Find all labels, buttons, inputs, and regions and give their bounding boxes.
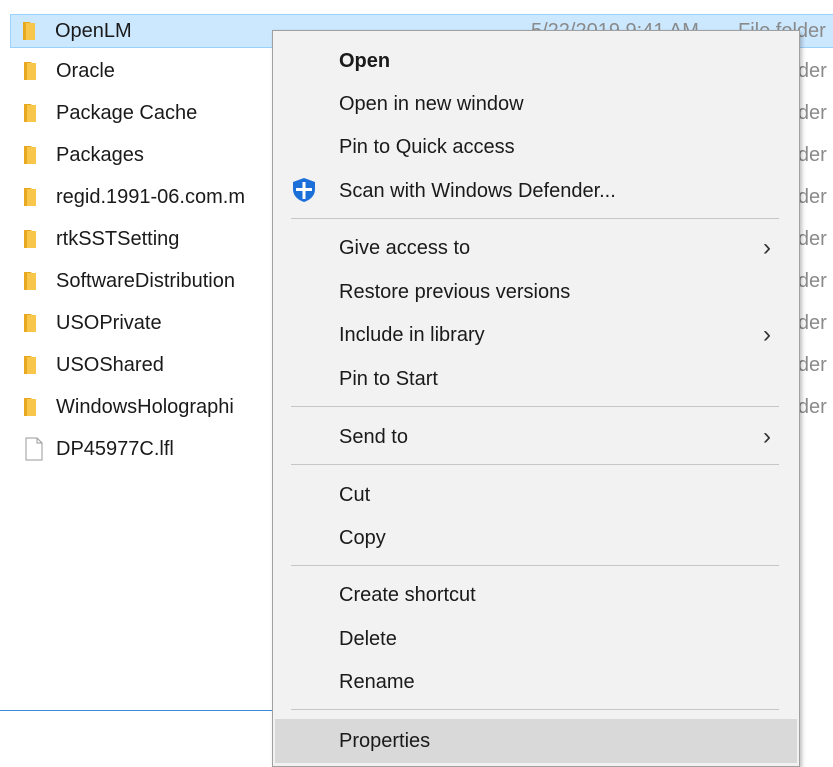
menu-separator (291, 709, 779, 710)
menu-item-send-to[interactable]: Send to › (275, 417, 797, 457)
menu-item-restore-versions[interactable]: Restore previous versions (275, 272, 797, 312)
menu-item-label: Create shortcut (339, 583, 476, 606)
menu-item-label: Open in new window (339, 92, 524, 115)
menu-item-label: Restore previous versions (339, 280, 571, 303)
menu-separator (291, 565, 779, 566)
file-name: DP45977C.lfl (56, 437, 174, 460)
file-name: USOPrivate (56, 311, 162, 334)
file-name: SoftwareDistribution (56, 269, 235, 292)
menu-item-create-shortcut[interactable]: Create shortcut (275, 575, 797, 615)
folder-icon (22, 269, 46, 293)
file-name: OpenLM (55, 19, 132, 42)
menu-item-label: Delete (339, 627, 397, 650)
menu-item-properties[interactable]: Properties (275, 719, 797, 763)
chevron-right-icon: › (763, 321, 771, 348)
menu-item-label: Include in library (339, 323, 485, 346)
menu-item-label: Rename (339, 670, 415, 693)
menu-item-copy[interactable]: Copy (275, 518, 797, 558)
context-menu: Open Open in new window Pin to Quick acc… (272, 30, 800, 767)
menu-item-label: Properties (339, 729, 431, 752)
file-name: Package Cache (56, 101, 198, 124)
menu-item-label: Open (339, 49, 391, 72)
folder-icon (22, 227, 46, 251)
folder-icon (22, 395, 46, 419)
menu-item-give-access[interactable]: Give access to › (275, 228, 797, 268)
chevron-right-icon: › (763, 234, 771, 261)
file-name: regid.1991-06.com.m (56, 185, 245, 208)
menu-item-label: Cut (339, 483, 371, 506)
file-name: Packages (56, 143, 144, 166)
menu-item-label: Pin to Start (339, 367, 438, 390)
menu-separator (291, 406, 779, 407)
menu-item-open-new-window[interactable]: Open in new window (275, 84, 797, 124)
menu-item-delete[interactable]: Delete (275, 619, 797, 659)
folder-icon (22, 143, 46, 167)
folder-icon (22, 101, 46, 125)
menu-item-cut[interactable]: Cut (275, 475, 797, 515)
menu-item-label: Give access to (339, 236, 471, 259)
menu-item-scan-defender[interactable]: Scan with Windows Defender... (275, 171, 797, 211)
chevron-right-icon: › (763, 423, 771, 450)
folder-icon (21, 19, 45, 43)
menu-item-label: Copy (339, 526, 386, 549)
menu-separator (291, 218, 779, 219)
file-name: USOShared (56, 353, 164, 376)
file-name: WindowsHolographi (56, 395, 234, 418)
file-name: rtkSSTSetting (56, 227, 180, 250)
windows-defender-shield-icon (291, 177, 317, 203)
status-divider (0, 710, 276, 711)
menu-item-label: Pin to Quick access (339, 135, 515, 158)
document-icon (22, 437, 46, 461)
folder-icon (22, 311, 46, 335)
folder-icon (22, 59, 46, 83)
menu-item-include-library[interactable]: Include in library › (275, 315, 797, 355)
menu-item-label: Send to (339, 425, 408, 448)
menu-item-rename[interactable]: Rename (275, 662, 797, 702)
file-name: Oracle (56, 59, 115, 82)
menu-item-open[interactable]: Open (275, 41, 797, 81)
menu-item-pin-start[interactable]: Pin to Start (275, 359, 797, 399)
menu-item-label: Scan with Windows Defender... (339, 179, 616, 202)
folder-icon (22, 353, 46, 377)
menu-separator (291, 464, 779, 465)
folder-icon (22, 185, 46, 209)
menu-item-pin-quick-access[interactable]: Pin to Quick access (275, 127, 797, 167)
